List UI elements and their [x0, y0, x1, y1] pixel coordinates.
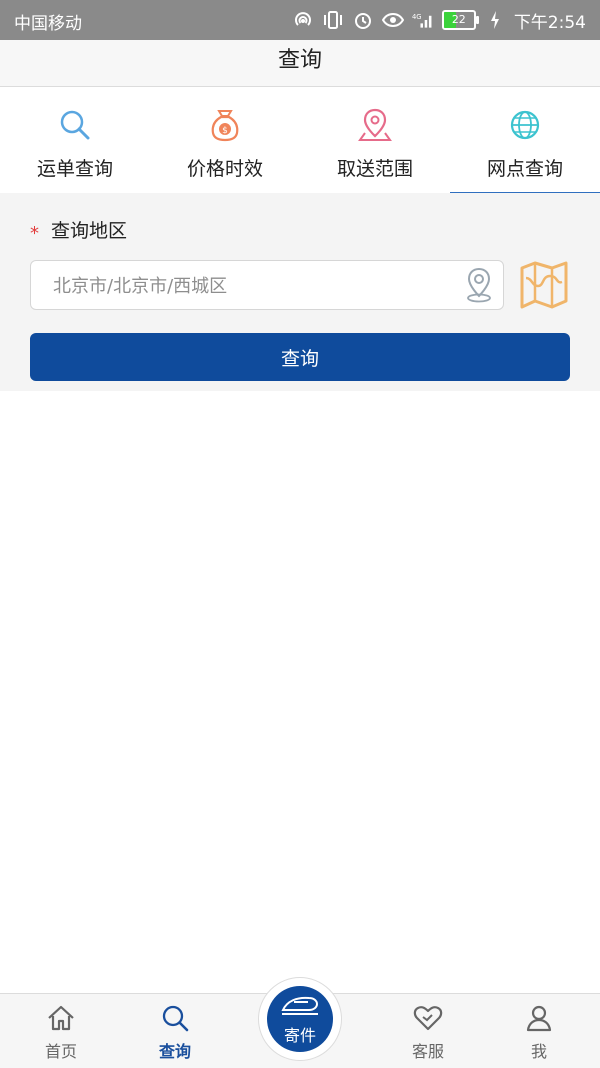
query-tabs: 运单查询 $ 价格时效 取送范围 网点查询: [0, 87, 600, 194]
search-icon: [60, 110, 90, 140]
nav-me[interactable]: 我: [489, 994, 589, 1068]
tab-label: 运单查询: [36, 158, 113, 180]
nav-label: 客服: [411, 1042, 444, 1061]
send-label: 寄件: [283, 1026, 316, 1045]
search-icon: [162, 1005, 189, 1032]
nav-label: 查询: [158, 1042, 191, 1061]
4g-signal-icon: 4G: [412, 9, 434, 31]
home-icon: [48, 1005, 74, 1031]
svg-text:$: $: [222, 126, 228, 136]
svg-text:4G: 4G: [412, 13, 422, 21]
required-mark: *: [30, 223, 39, 244]
nav-home[interactable]: 首页: [11, 994, 111, 1068]
tab-label: 价格时效: [186, 158, 263, 180]
globe-icon: [510, 110, 540, 140]
hotspot-icon: [292, 9, 314, 31]
alarm-icon: [352, 9, 374, 31]
branch-query-form: * 查询地区 查询: [0, 193, 600, 391]
send-button[interactable]: 寄件: [267, 986, 333, 1052]
page-title: 查询: [277, 48, 322, 73]
location-pin-icon[interactable]: [461, 266, 497, 304]
nav-query[interactable]: 查询: [125, 994, 225, 1068]
app-header: 查询: [0, 40, 600, 87]
nav-label: 我: [530, 1042, 547, 1061]
charging-icon: [484, 9, 506, 31]
region-input-wrapper: [30, 260, 504, 311]
money-bag-icon: $: [211, 110, 239, 142]
nav-label: 首页: [44, 1042, 77, 1061]
tab-waybill-query[interactable]: 运单查询: [0, 87, 150, 193]
train-icon: [281, 996, 319, 1015]
map-icon[interactable]: [518, 258, 570, 312]
region-input[interactable]: [51, 261, 455, 311]
tab-label: 网点查询: [486, 158, 563, 180]
person-icon: [526, 1005, 552, 1032]
tab-price-timing[interactable]: $ 价格时效: [150, 87, 300, 193]
nav-customer-service[interactable]: 客服: [378, 994, 478, 1068]
query-button[interactable]: 查询: [30, 333, 570, 381]
map-pin-icon: [358, 108, 392, 141]
region-label: 查询地区: [51, 220, 128, 242]
carrier-name: 中国移动: [14, 14, 82, 34]
tab-pickup-range[interactable]: 取送范围: [300, 87, 450, 193]
status-bar: 中国移动 4G 22 下午2:54: [0, 0, 600, 40]
status-icons: 4G 22 下午2:54: [292, 6, 586, 34]
eye-icon: [381, 9, 404, 31]
tab-branch-query[interactable]: 网点查询: [450, 87, 600, 194]
handshake-heart-icon: [413, 1006, 443, 1031]
vibrate-icon: [322, 9, 344, 31]
clock: 下午2:54: [513, 12, 586, 33]
tab-label: 取送范围: [336, 158, 413, 180]
battery-indicator: 22: [441, 10, 479, 30]
